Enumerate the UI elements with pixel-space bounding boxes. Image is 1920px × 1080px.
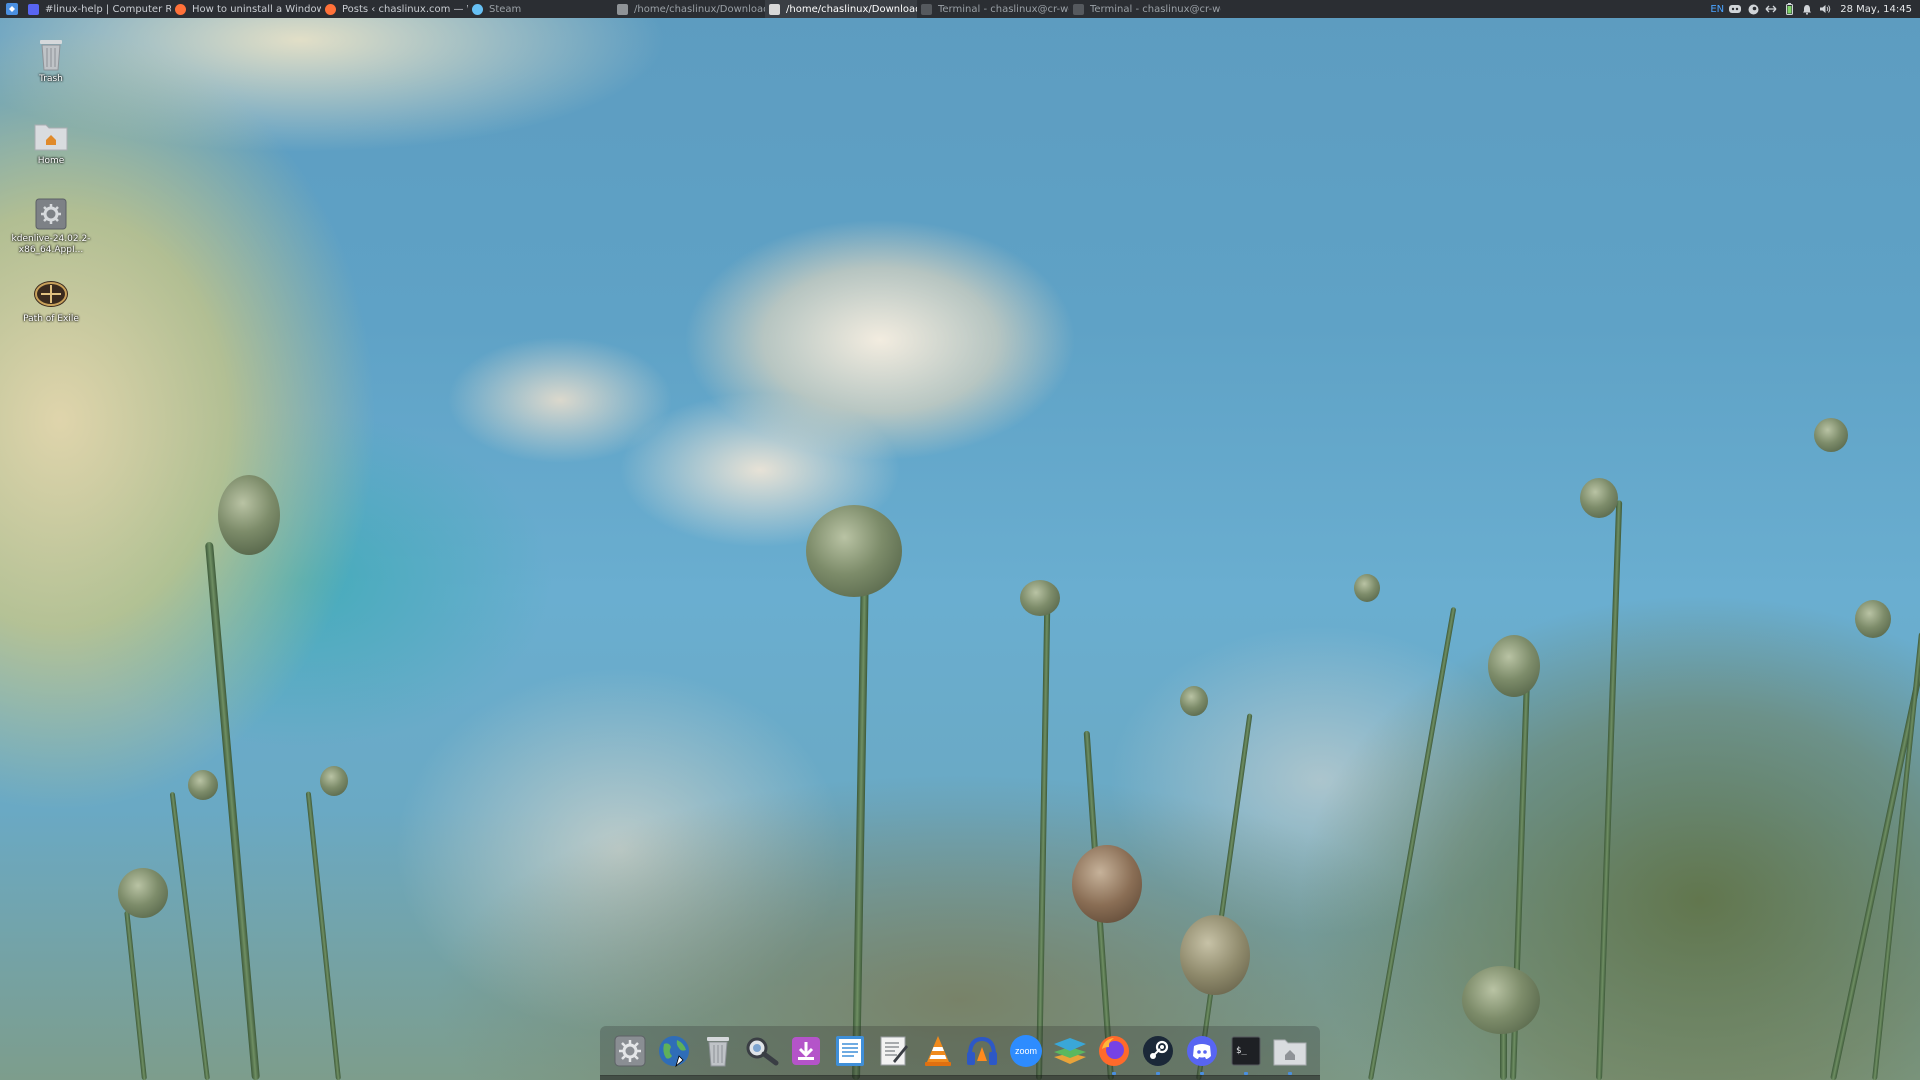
dock-item-settings[interactable] (610, 1031, 650, 1071)
trash-icon (707, 1037, 729, 1067)
top-panel: #linux-help | Computer Rec... How to uni… (0, 0, 1920, 18)
path-of-exile-icon (33, 276, 69, 312)
desktop-wallpaper: #linux-help | Computer Rec... How to uni… (0, 0, 1920, 1080)
settings-gear-icon (614, 1035, 646, 1067)
globe-icon (659, 1036, 689, 1068)
steam-icon (472, 3, 483, 15)
keyboard-layout-indicator[interactable]: EN (1710, 0, 1724, 18)
taskbar-item-label: Terminal - chaslinux@cr-wor... (1090, 3, 1221, 15)
taskbar-item-terminal-1[interactable]: Terminal - chaslinux@cr-wor... (917, 0, 1069, 18)
notification-bell-icon[interactable] (1800, 0, 1814, 18)
download-icon (792, 1037, 820, 1065)
zoom-icon: zoom (1010, 1035, 1042, 1067)
dock-base (600, 1075, 1320, 1080)
document-icon (836, 1036, 864, 1066)
taskbar-item-file-manager-1[interactable]: /home/chaslinux/Downloads (613, 0, 765, 18)
dock-item-vlc[interactable] (918, 1031, 958, 1071)
terminal-icon: $_ (1231, 1036, 1261, 1066)
taskbar-item-discord[interactable]: #linux-help | Computer Rec... (24, 0, 171, 18)
battery-icon[interactable] (1782, 0, 1796, 18)
desktop-icon-label: Home (37, 156, 65, 166)
taskbar-item-file-manager-2[interactable]: /home/chaslinux/Downloads (765, 0, 917, 18)
layers-icon (1054, 1038, 1086, 1064)
steam-tray-icon[interactable] (1746, 0, 1760, 18)
dock-item-image-viewer[interactable] (742, 1031, 782, 1071)
dock-item-layers-app[interactable] (1050, 1031, 1090, 1071)
text-editor-icon (880, 1036, 908, 1066)
home-folder-icon (1273, 1039, 1307, 1066)
taskbar-item-firefox-2[interactable]: Posts ‹ chaslinux.com — Wo... (321, 0, 468, 18)
taskbar-item-terminal-2[interactable]: Terminal - chaslinux@cr-wor... (1069, 0, 1221, 18)
dock-item-terminal[interactable]: $_ (1226, 1031, 1266, 1075)
desktop-icon-trash[interactable]: Trash (10, 36, 92, 85)
dock-item-zoom[interactable]: zoom (1006, 1031, 1046, 1071)
dock-item-firefox[interactable] (1094, 1031, 1134, 1075)
dock-item-discord[interactable] (1182, 1031, 1222, 1075)
dock-item-text-editor[interactable] (874, 1031, 914, 1071)
desktop-icon-label: Path of Exile (23, 314, 79, 324)
dock-item-audio-player[interactable] (962, 1031, 1002, 1071)
volume-icon[interactable] (1818, 0, 1832, 18)
dock-item-web-browser[interactable] (654, 1031, 694, 1071)
taskbar-item-label: /home/chaslinux/Downloads (786, 3, 917, 15)
dock-item-steam[interactable] (1138, 1031, 1178, 1075)
appimage-gear-icon (33, 196, 69, 232)
taskbar-item-firefox-1[interactable]: How to uninstall a Windows ... (171, 0, 321, 18)
magnifier-icon (746, 1037, 779, 1066)
app-menu-button[interactable] (4, 1, 20, 17)
taskbar-item-label: Steam (489, 3, 522, 15)
dock: zoom $_ (600, 1026, 1320, 1076)
dock-item-downloader[interactable] (786, 1031, 826, 1071)
desktop-icon-path-of-exile[interactable]: Path of Exile (10, 276, 92, 325)
home-folder-icon (33, 118, 69, 154)
network-icon[interactable] (1764, 0, 1778, 18)
dock-item-file-manager[interactable] (1270, 1031, 1310, 1075)
clock[interactable]: 28 May, 14:45 (1840, 4, 1912, 15)
terminal-prompt-text: $_ (1236, 1046, 1247, 1056)
steam-icon (1143, 1036, 1173, 1066)
keyboard-layout-label: EN (1710, 3, 1725, 15)
desktop-icon-home[interactable]: Home (10, 118, 92, 167)
firefox-icon (175, 3, 186, 15)
folder-icon (617, 3, 628, 15)
vlc-cone-icon (925, 1036, 951, 1066)
terminal-icon (921, 3, 932, 15)
terminal-icon (1073, 3, 1084, 15)
taskbar-item-label: #linux-help | Computer Rec... (45, 3, 171, 15)
taskbar-item-steam[interactable]: Steam (468, 0, 613, 18)
folder-icon (769, 3, 780, 15)
desktop-icon-label: kdenlive-24.02.2-x86_64.AppI... (11, 234, 91, 255)
trash-icon (33, 36, 69, 72)
desktop-icon-label: Trash (39, 74, 63, 84)
taskbar-item-label: Posts ‹ chaslinux.com — Wo... (342, 3, 468, 15)
discord-icon (1187, 1036, 1217, 1066)
zoom-icon-text: zoom (1015, 1046, 1037, 1056)
system-tray: EN 28 May, 14:45 (1708, 0, 1920, 18)
dock-item-trash[interactable] (698, 1031, 738, 1071)
headphones-icon (967, 1036, 997, 1065)
desktop-icon-kdenlive-appimage[interactable]: kdenlive-24.02.2-x86_64.AppI... (10, 196, 92, 256)
taskbar-item-label: How to uninstall a Windows ... (192, 3, 321, 15)
firefox-icon (325, 3, 336, 15)
firefox-icon (1099, 1036, 1129, 1066)
discord-tray-icon[interactable] (1728, 0, 1742, 18)
dock-item-document-viewer[interactable] (830, 1031, 870, 1071)
taskbar-item-label: Terminal - chaslinux@cr-wor... (938, 3, 1069, 15)
discord-icon (28, 3, 39, 15)
taskbar-item-label: /home/chaslinux/Downloads (634, 3, 765, 15)
app-menu-icon (6, 3, 18, 15)
